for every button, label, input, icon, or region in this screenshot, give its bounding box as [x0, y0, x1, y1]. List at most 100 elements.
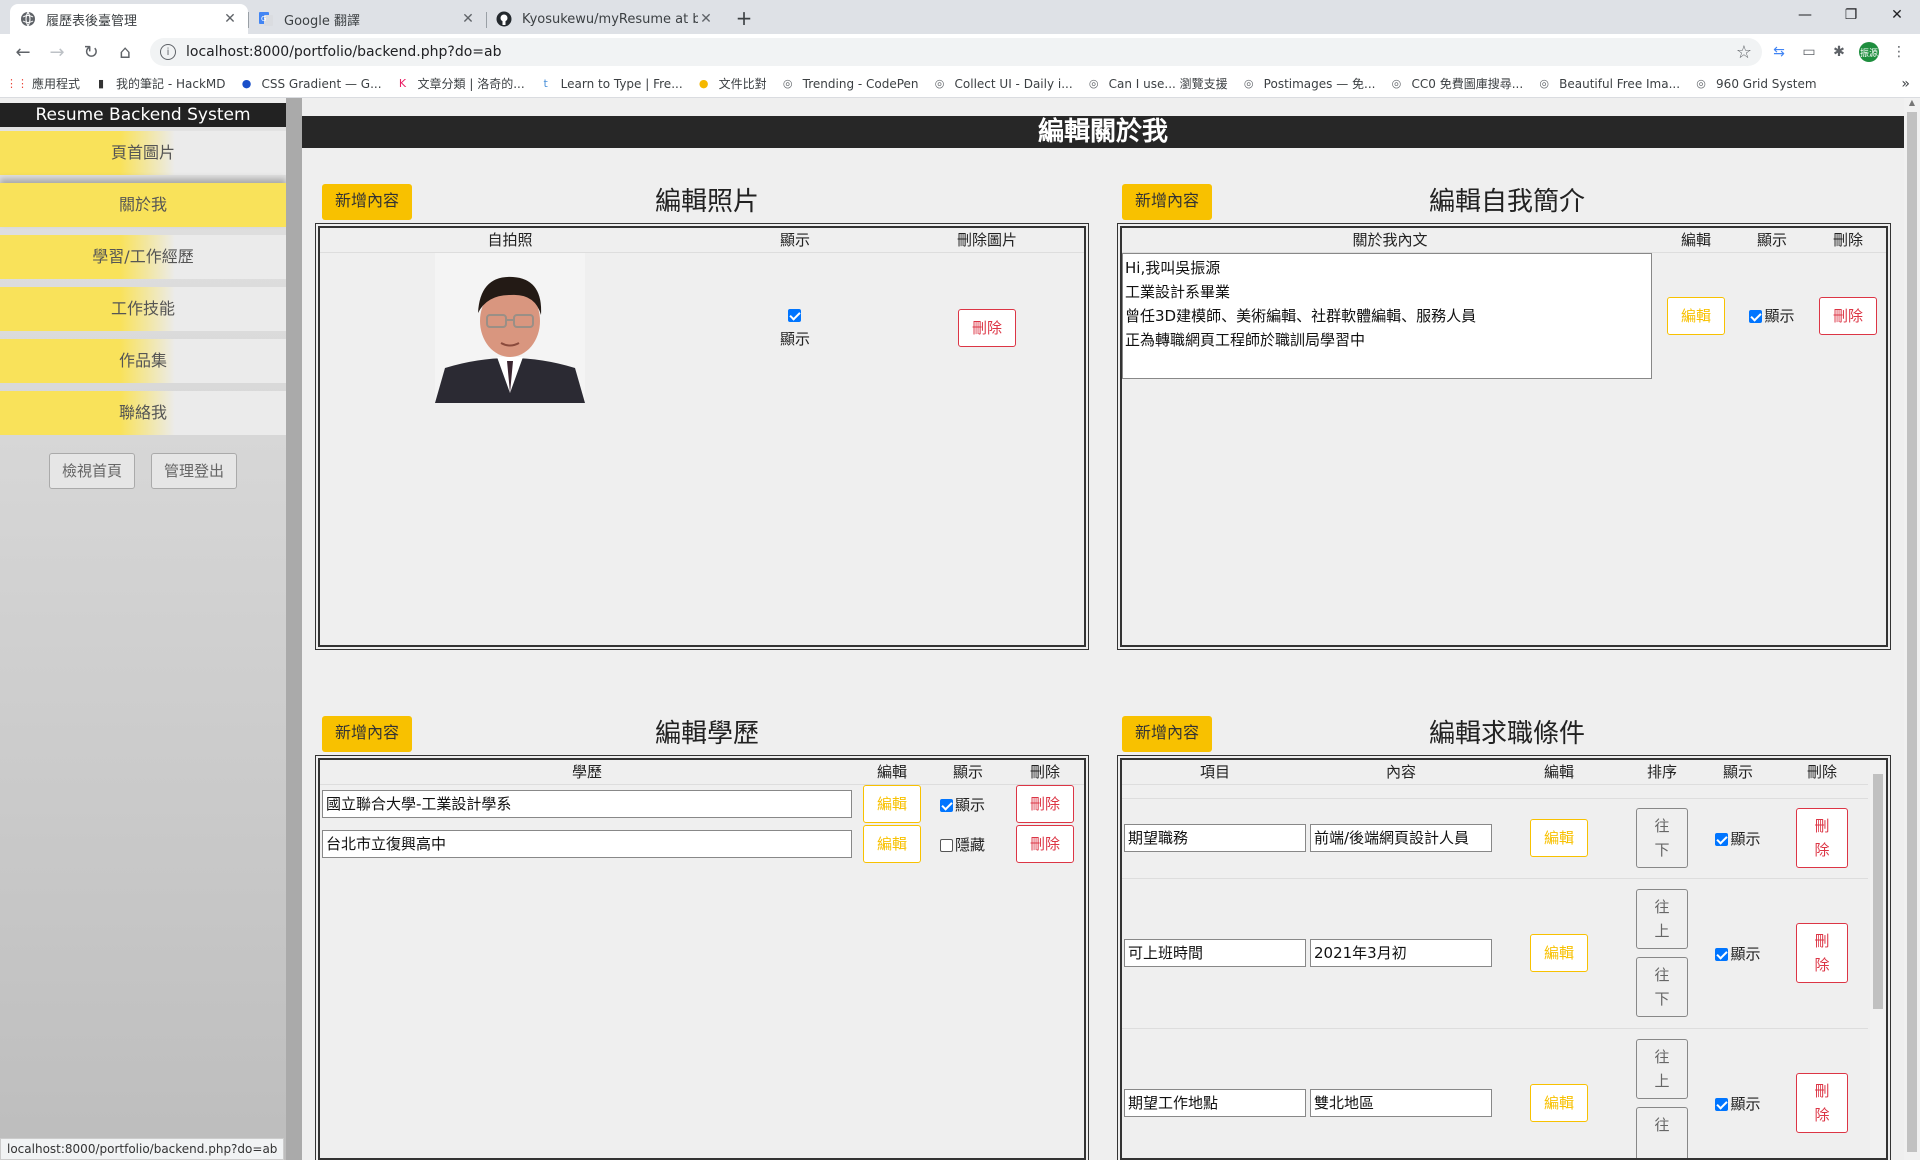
education-show-checkbox[interactable] — [940, 838, 953, 852]
bookmark-item[interactable]: t Learn to Type | Fre... — [539, 77, 682, 91]
edit-job-button[interactable]: 編輯 — [1530, 934, 1588, 972]
close-window-icon[interactable]: ✕ — [1874, 0, 1920, 30]
edit-education-button[interactable]: 編輯 — [863, 785, 921, 824]
profile-avatar[interactable]: 振源 — [1856, 39, 1882, 65]
intro-show-checkbox[interactable] — [1749, 310, 1763, 323]
k-icon: K — [398, 77, 407, 90]
edit-intro-button[interactable]: 編輯 — [1667, 296, 1725, 335]
scroll-up-icon[interactable]: ▲ — [1904, 98, 1920, 112]
sidebar-item-3[interactable]: 工作技能 — [0, 287, 286, 331]
job-show-checkbox[interactable] — [1715, 1097, 1729, 1111]
forward-icon[interactable]: → — [42, 37, 72, 67]
about-me-textarea[interactable]: Hi,我叫吳振源 工業設計系畢業 曾任3D建模師、美術編輯、社群軟體編輯、服務人… — [1122, 252, 1652, 379]
job-content-input[interactable]: 前端/後端網頁設計人員 — [1310, 824, 1492, 852]
edit-job-button[interactable]: 編輯 — [1530, 1084, 1588, 1122]
back-icon[interactable]: ← — [8, 37, 38, 67]
bookmark-item[interactable]: K 文章分類 | 洛奇的... — [396, 75, 525, 92]
bookmark-item[interactable]: ◎ Postimages — 免... — [1242, 75, 1376, 92]
tab-github[interactable]: Kyosukewu/myResume at back ✕ — [486, 4, 724, 34]
status-bar: localhost:8000/portfolio/backend.php?do=… — [0, 1138, 285, 1160]
sort-button[interactable]: 往上 — [1636, 889, 1688, 949]
delete-job-button[interactable]: 刪除 — [1796, 923, 1848, 983]
job-show-checkbox[interactable] — [1715, 947, 1729, 961]
sort-button[interactable]: 往下 — [1636, 957, 1688, 1017]
col-header: 學歷 — [320, 760, 854, 785]
restore-icon[interactable]: ❐ — [1828, 0, 1874, 30]
bookmark-item[interactable]: ● 文件比對 — [697, 75, 767, 92]
bookmark-item[interactable]: ◎ Beautiful Free Ima... — [1537, 77, 1680, 91]
cast-icon[interactable]: ▭ — [1796, 39, 1822, 65]
translate-extension-icon[interactable]: ⇆ — [1766, 39, 1792, 65]
sidebar-divider — [286, 98, 302, 1160]
col-header: 編輯 — [1494, 760, 1624, 785]
bookmark-label: 文件比對 — [718, 77, 767, 91]
intro-show-label: 顯示 — [1764, 307, 1795, 325]
bookmark-item[interactable]: ▮ 我的筆記 - HackMD — [94, 75, 226, 92]
job-content-input[interactable]: 雙北地區 — [1310, 1089, 1492, 1117]
bookmark-item[interactable]: ◎ 960 Grid System — [1694, 77, 1816, 91]
bookmark-item[interactable]: ◎ Can I use... 瀏覽支援 — [1087, 75, 1228, 92]
bookmark-label: Can I use... 瀏覽支援 — [1108, 77, 1228, 91]
minimize-icon[interactable]: — — [1782, 0, 1828, 30]
avatar-initials: 振源 — [1859, 42, 1879, 62]
address-bar[interactable]: i localhost:8000/portfolio/backend.php?d… — [150, 38, 1762, 66]
sidebar-item-2[interactable]: 學習/工作經歷 — [0, 235, 286, 279]
photo-show-checkbox[interactable] — [787, 309, 801, 322]
scrollbar-thumb[interactable] — [1907, 112, 1917, 1152]
delete-education-button[interactable]: 刪除 — [1016, 785, 1074, 824]
intro-table: 關於我內文 編輯 顯示 刪除 Hi,我叫吳振源 工業設計系畢業 曾任3D建模師、… — [1122, 228, 1886, 379]
school-input[interactable]: 國立聯合大學-工業設計學系 — [322, 790, 852, 819]
bookmark-label: Collect UI - Daily i... — [954, 76, 1073, 91]
bookmark-item[interactable]: ⋮⋮ 應用程式 — [6, 75, 81, 92]
sidebar-item-1[interactable]: 關於我 — [0, 183, 286, 227]
bookmark-item[interactable]: ◎ CC0 免費圖庫搜尋... — [1389, 75, 1523, 92]
logout-button[interactable]: 管理登出 — [151, 453, 238, 489]
reload-icon[interactable]: ↻ — [76, 37, 106, 67]
delete-job-button[interactable]: 刪除 — [1796, 1073, 1848, 1133]
page-scrollbar[interactable]: ▲ — [1904, 98, 1920, 1160]
job-state-label: 顯示 — [1730, 1094, 1761, 1113]
delete-photo-button[interactable]: 刪除 — [958, 308, 1016, 347]
bookmark-item[interactable]: ● CSS Gradient — G... — [240, 77, 382, 91]
delete-intro-button[interactable]: 刪除 — [1819, 296, 1877, 335]
intro-section: 新增內容 編輯自我簡介 — [1102, 178, 1872, 226]
chrome-menu-icon[interactable]: ⋮ — [1886, 39, 1912, 65]
sidebar-item-5[interactable]: 聯絡我 — [0, 391, 286, 435]
extensions-puzzle-icon[interactable]: ✱ — [1826, 39, 1852, 65]
edit-job-button[interactable]: 編輯 — [1530, 819, 1588, 857]
sort-button[interactable]: 往下 — [1636, 808, 1688, 868]
job-item-input[interactable]: 可上班時間 — [1124, 939, 1306, 967]
sidebar-item-0[interactable]: 頁首圖片 — [0, 131, 286, 175]
tab-google-translate[interactable]: G Google 翻譯 ✕ — [248, 4, 486, 34]
job-content-input[interactable]: 2021年3月初 — [1310, 939, 1492, 967]
delete-education-button[interactable]: 刪除 — [1016, 825, 1074, 863]
job-show-checkbox[interactable] — [1715, 832, 1729, 846]
close-icon[interactable]: ✕ — [698, 11, 714, 27]
sort-button[interactable]: 往上 — [1636, 1039, 1688, 1099]
job-item-input[interactable]: 期望工作地點 — [1124, 1089, 1306, 1117]
bookmark-item[interactable]: ◎ Trending - CodePen — [781, 77, 919, 91]
sort-button[interactable]: 往 — [1636, 1107, 1688, 1158]
bookmark-label: 我的筆記 - HackMD — [116, 77, 226, 91]
bookmark-item[interactable]: ◎ Collect UI - Daily i... — [933, 77, 1073, 91]
job-table-scrollbar[interactable] — [1870, 760, 1886, 1158]
tab-resume-admin[interactable]: 履歷表後臺管理 ✕ — [10, 4, 248, 34]
school-input[interactable]: 台北市立復興高中 — [322, 830, 852, 858]
new-tab-button[interactable]: + — [730, 4, 758, 32]
bookmark-label: 文章分類 | 洛奇的... — [417, 77, 525, 91]
bookmark-star-icon[interactable]: ☆ — [1736, 42, 1752, 63]
edit-education-button[interactable]: 編輯 — [863, 825, 921, 863]
job-item-input[interactable]: 期望職務 — [1124, 824, 1306, 852]
site-info-icon[interactable]: i — [160, 44, 176, 60]
bookmarks-overflow-icon[interactable]: » — [1901, 76, 1910, 92]
view-home-button[interactable]: 檢視首頁 — [48, 453, 135, 489]
bookmark-label: 應用程式 — [32, 77, 81, 91]
close-icon[interactable]: ✕ — [222, 11, 238, 27]
delete-job-button[interactable]: 刪除 — [1796, 808, 1848, 868]
home-icon[interactable]: ⌂ — [110, 37, 140, 67]
col-header: 顯示 — [700, 228, 890, 253]
close-icon[interactable]: ✕ — [460, 11, 476, 27]
education-show-checkbox[interactable] — [940, 798, 953, 812]
sidebar-item-4[interactable]: 作品集 — [0, 339, 286, 383]
intro-table-box: 關於我內文 編輯 顯示 刪除 Hi,我叫吳振源 工業設計系畢業 曾任3D建模師、… — [1117, 223, 1891, 650]
